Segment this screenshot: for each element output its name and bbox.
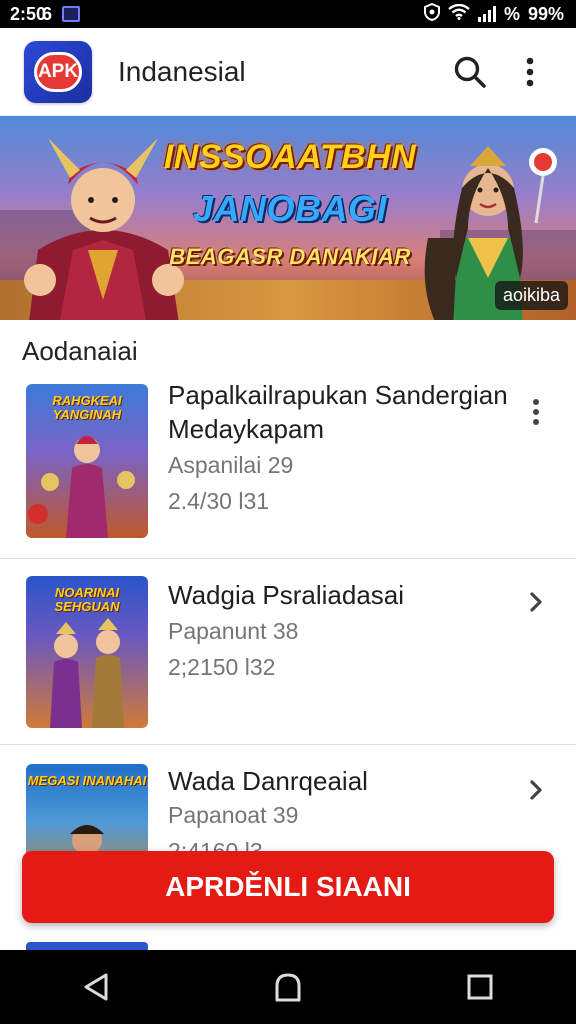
item-more-button[interactable] [518,394,554,430]
home-icon [275,973,301,1002]
item-subtitle: Papanunt 38 [168,618,299,644]
item-title: Wadgia Psraliadasai [168,580,405,610]
list-item[interactable]: NOARINAI SEHGUAN Wadgia Psraliadasai Pap… [0,576,576,736]
app-logo-text: APK [34,51,82,92]
chevron-right-icon [530,592,542,612]
install-button[interactable]: APRDĚNLI SIAANI [22,851,554,923]
item-meta: 2.4/30 l31 [168,488,270,514]
status-time-suffix: 6 [42,3,53,24]
app-logo[interactable]: APK [24,40,92,103]
more-vert-icon [526,57,534,86]
game-thumbnail: NOARINAI SEHGUAN [26,576,148,728]
status-left: 2:50 6 [10,3,81,25]
game-thumbnail: RAHGKEAI YANGINAH [26,384,148,538]
more-vert-icon [533,399,539,425]
signal-percent: % [503,3,520,24]
item-meta: 2;2150 l32 [168,654,276,680]
app-bar: APK Indanesial [0,28,576,116]
app-title: Indanesial [118,55,246,87]
notification-icon [62,6,81,22]
status-bar: 2:50 6 % 99% [0,0,576,28]
vpn-icon [423,2,440,25]
status-time: 2:50 [10,3,47,24]
search-button[interactable] [448,50,492,94]
item-subtitle: Papanoat 39 [168,802,299,828]
item-subtitle: Aspanilai 29 [168,452,294,478]
banner-title-line1: INSSOAATBHN [163,138,417,176]
section-title: Aodanaiai [22,336,138,366]
overflow-menu-button[interactable] [508,50,552,94]
nav-recents-button[interactable] [450,957,510,1017]
system-nav-bar [0,950,576,1024]
nav-home-button[interactable] [258,957,318,1017]
item-open-button[interactable] [518,584,554,620]
list-item[interactable]: RAHGKEAI YANGINAH Papalkailrapukan Sande… [0,380,576,554]
wifi-icon [448,3,470,25]
battery-level: 99% [527,3,564,24]
divider [0,558,576,559]
search-icon [454,56,486,88]
next-list-item-peek [26,942,148,950]
status-right: % 99% [423,2,564,25]
banner-title-line2: JANOBAGI [192,188,388,229]
item-title: Papalkailrapukan Sandergian Medaykapam [168,380,508,444]
signal-icon [477,6,496,22]
banner-badge: aoikiba [494,281,568,310]
item-open-button[interactable] [518,772,554,808]
chevron-right-icon [530,780,542,800]
divider [0,744,576,745]
nav-back-button[interactable] [66,957,126,1017]
back-icon [84,973,108,1001]
screen: 2:50 6 % 99% APK Indanesial INSSOAATBHN … [0,0,576,1024]
item-title: Wada Danrqeaial [168,766,368,796]
recents-icon [467,974,493,1000]
promo-banner[interactable]: INSSOAATBHN JANOBAGI BEAGASR DANAKIAR ao… [0,116,576,320]
banner-title-line3: BEAGASR DANAKIAR [169,244,411,269]
